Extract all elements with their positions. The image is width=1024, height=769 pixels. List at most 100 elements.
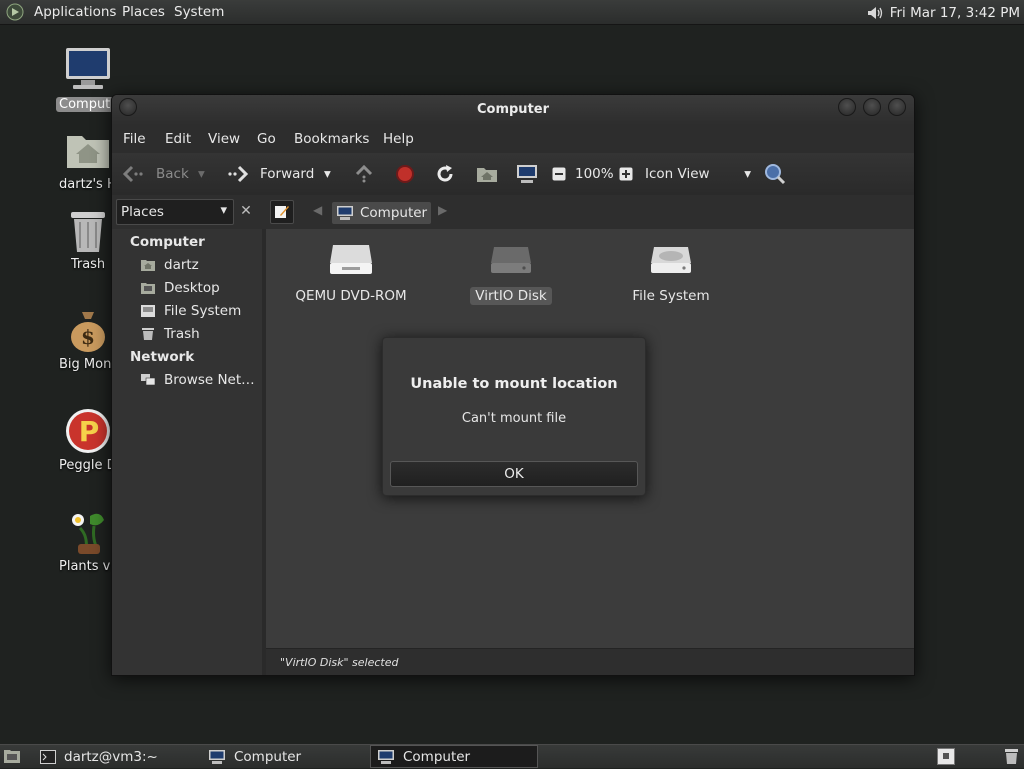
zoom-in-icon [619, 167, 633, 181]
window-title: Computer [476, 102, 550, 117]
sidebar-header-network: Network [130, 349, 195, 365]
path-scroll-left-icon[interactable]: ◀ [313, 203, 322, 217]
back-button[interactable]: Back [122, 163, 189, 185]
toolbar: Back ▾ Forward ▾ 100% Icon View ▾ [112, 153, 914, 196]
zoom-out-button[interactable] [552, 163, 566, 185]
taskbar-item-terminal[interactable]: dartz@vm3:~ [34, 745, 198, 768]
trash-icon [142, 328, 154, 340]
menu-file[interactable]: File [123, 131, 146, 147]
sidebar-item-desktop[interactable]: Desktop [140, 280, 220, 296]
show-desktop-button[interactable] [3, 748, 21, 768]
menu-view[interactable]: View [208, 131, 240, 147]
minimize-button[interactable] [838, 98, 856, 116]
search-button[interactable] [764, 163, 786, 185]
stop-icon [396, 165, 414, 183]
menu-bookmarks[interactable]: Bookmarks [294, 131, 369, 147]
desktop-icon-label: Trash [70, 257, 106, 272]
home-folder-icon [477, 168, 497, 182]
zoom-in-button[interactable] [619, 163, 633, 185]
ok-button[interactable]: OK [390, 461, 638, 487]
taskbar-item-label: Computer [403, 748, 471, 765]
top-panel: Applications Places System Fri Mar 17, 3… [0, 0, 1024, 25]
sidebar-item-label: dartz [164, 257, 199, 273]
forward-history-dropdown[interactable]: ▾ [324, 163, 331, 185]
close-button[interactable] [888, 98, 906, 116]
mount-error-dialog: Unable to mount location Can't mount fil… [382, 337, 646, 496]
computer-button[interactable] [516, 163, 538, 185]
file-item-label: QEMU DVD-ROM [295, 288, 407, 304]
system-menu[interactable]: System [174, 4, 224, 20]
sidebar-item-browse-network[interactable]: Browse Net… [140, 372, 255, 388]
path-segment-computer[interactable]: Computer [332, 202, 432, 224]
sidebar-header-computer: Computer [130, 234, 205, 250]
dialog-title: Unable to mount location [410, 376, 618, 392]
workspace-switcher[interactable] [937, 748, 955, 765]
home-folder-icon [67, 136, 109, 168]
back-label: Back [156, 166, 189, 182]
sidebar-item-label: Browse Net… [164, 372, 255, 388]
computer-icon [337, 206, 353, 220]
toggle-location-entry-button[interactable] [270, 200, 294, 224]
view-mode-select[interactable]: Icon View ▾ [645, 163, 751, 185]
sidebar-item-trash[interactable]: Trash [140, 326, 200, 342]
network-icon [141, 374, 156, 386]
stop-button[interactable] [395, 163, 415, 185]
clock[interactable]: Fri Mar 17, 3:42 PM [890, 5, 1020, 21]
zoom-out-icon [552, 167, 566, 181]
title-bar[interactable]: Computer [112, 95, 914, 125]
desktop-icon-label: Big Money Deluxe [59, 357, 117, 372]
chevron-down-icon: ▾ [744, 166, 751, 182]
home-folder-icon [141, 260, 155, 271]
forward-button[interactable]: Forward [226, 163, 314, 185]
file-item-label: VirtIO Disk [470, 287, 552, 305]
file-item-virtio-disk[interactable]: VirtIO Disk [436, 243, 586, 305]
reload-icon [437, 165, 453, 182]
computer-icon [66, 48, 110, 89]
plants-icon [72, 513, 104, 554]
zoom-level[interactable]: 100% [575, 163, 614, 185]
side-pane-selector[interactable]: Places ▾ [116, 199, 234, 225]
status-bar: "VirtIO Disk" selected [266, 648, 914, 675]
menu-edit[interactable]: Edit [165, 131, 191, 147]
forward-label: Forward [260, 166, 315, 182]
reload-button[interactable] [435, 163, 455, 185]
forward-arrow-icon [228, 165, 249, 183]
applications-menu[interactable]: Applications [34, 4, 116, 20]
computer-icon [517, 165, 537, 183]
file-item-label: File System [632, 288, 710, 304]
edit-icon [275, 206, 289, 218]
sidebar-item-label: Desktop [164, 280, 220, 296]
places-menu[interactable]: Places [122, 4, 165, 20]
svg-text:$: $ [81, 325, 95, 349]
location-bar: Places ▾ ✕ ◀ Computer ▶ [112, 195, 914, 230]
trash-icon [71, 212, 105, 252]
up-arrow-icon [355, 164, 373, 183]
search-icon [765, 164, 786, 185]
dialog-message: Can't mount file [461, 411, 567, 426]
trash-icon [1005, 749, 1018, 764]
sidebar-item-label: File System [164, 303, 242, 319]
menu-help[interactable]: Help [383, 131, 414, 147]
distro-logo-icon[interactable] [6, 3, 24, 21]
bottom-panel: dartz@vm3:~ Computer Computer [0, 744, 1024, 768]
trash-applet[interactable] [1003, 748, 1020, 765]
back-arrow-icon [122, 165, 143, 183]
sidebar-item-dartz[interactable]: dartz [140, 257, 199, 273]
taskbar-item-computer-2[interactable]: Computer [370, 745, 538, 768]
sidebar-item-file-system[interactable]: File System [140, 303, 241, 319]
home-button[interactable] [476, 163, 498, 185]
file-item-file-system[interactable]: File System [596, 243, 746, 305]
path-scroll-right-icon[interactable]: ▶ [438, 203, 447, 217]
optical-drive-icon [330, 245, 372, 274]
maximize-button[interactable] [863, 98, 881, 116]
file-item-qemu-dvd-rom[interactable]: QEMU DVD-ROM [276, 243, 426, 305]
up-button[interactable] [354, 163, 374, 185]
peggle-icon: P [66, 409, 110, 453]
menu-go[interactable]: Go [257, 131, 276, 147]
file-system-icon [651, 247, 691, 273]
close-sidebar-button[interactable]: ✕ [236, 200, 256, 222]
taskbar-item-label: Computer [234, 748, 302, 765]
taskbar-item-computer-1[interactable]: Computer [202, 745, 366, 768]
volume-icon[interactable] [866, 4, 884, 22]
back-history-dropdown[interactable]: ▾ [198, 163, 205, 185]
